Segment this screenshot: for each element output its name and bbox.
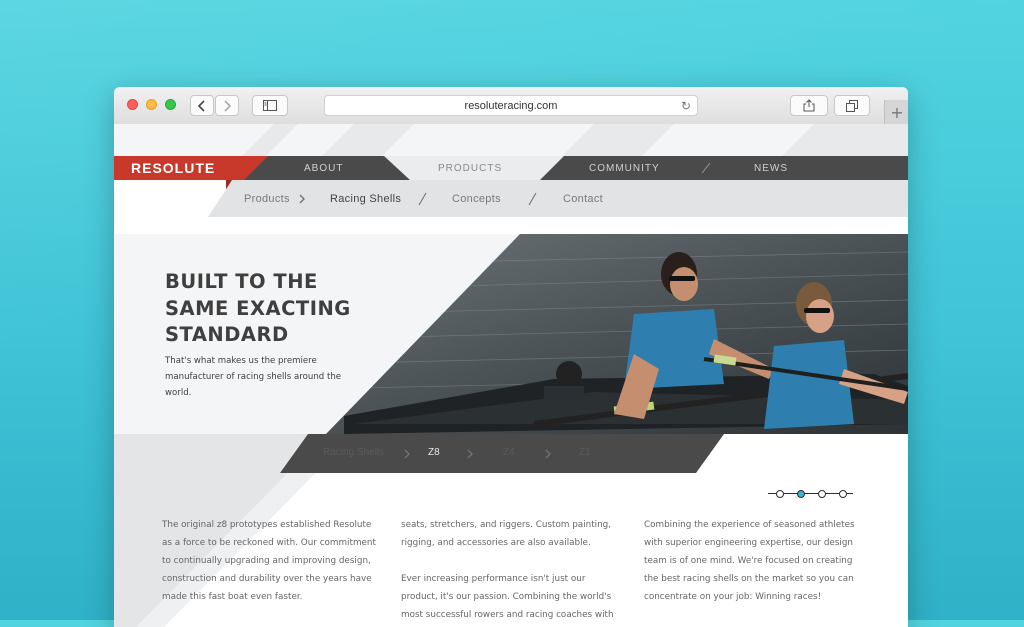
hero-headline-line: SAME EXACTING xyxy=(165,296,351,320)
nav-news[interactable]: NEWS xyxy=(754,163,788,174)
nav-community[interactable]: COMMUNITY xyxy=(589,163,660,174)
address-bar[interactable]: resoluteracing.com ↻ xyxy=(324,95,698,116)
reload-icon[interactable]: ↻ xyxy=(681,99,691,113)
sidebar-toggle-button[interactable] xyxy=(252,95,288,116)
webpage: RESOLUTE ABOUT PRODUCTS COMMUNITY NEWS P… xyxy=(114,124,908,627)
strip-racing-shells[interactable]: Racing Shells xyxy=(323,447,384,458)
strip-z8[interactable]: Z8 xyxy=(428,447,440,458)
tabs-overview-button[interactable] xyxy=(834,95,870,116)
nav-products[interactable]: PRODUCTS xyxy=(438,163,502,174)
subnav-concepts[interactable]: Concepts xyxy=(452,193,501,205)
body-paragraph: seats, stretchers, and riggers. Custom p… xyxy=(401,520,612,548)
body-column-3: Combining the experience of seasoned ath… xyxy=(644,516,864,624)
body-paragraph: Combining the experience of seasoned ath… xyxy=(644,520,855,602)
strip-z4[interactable]: Z4 xyxy=(503,447,515,458)
resolute-logo[interactable]: RESOLUTE xyxy=(131,160,215,176)
url-text: resoluteracing.com xyxy=(464,99,558,112)
hero-lede: That's what makes us the premiere manufa… xyxy=(165,356,342,398)
body-paragraph: Ever increasing performance isn't just o… xyxy=(401,574,614,620)
browser-window: resoluteracing.com ↻ + RESOLUTE ABOUT PR… xyxy=(114,87,908,627)
carousel-dot[interactable] xyxy=(776,490,784,498)
close-window-button[interactable] xyxy=(127,99,138,110)
subnav-racing-shells[interactable]: Racing Shells xyxy=(330,193,401,205)
back-button[interactable] xyxy=(190,95,214,116)
body-paragraph: The original z8 prototypes established R… xyxy=(162,520,376,602)
share-button[interactable] xyxy=(790,95,828,116)
share-icon xyxy=(803,99,815,112)
forward-button[interactable] xyxy=(215,95,239,116)
sidebar-icon xyxy=(263,100,277,111)
strip-z1[interactable]: Z1 xyxy=(579,447,591,458)
hero-headline: BUILT TO THE SAME EXACTING STANDARD xyxy=(165,269,385,349)
subnav-contact[interactable]: Contact xyxy=(563,193,603,205)
browser-toolbar: resoluteracing.com ↻ + xyxy=(114,87,908,125)
zoom-window-button[interactable] xyxy=(165,99,176,110)
chevron-right-icon xyxy=(224,99,231,112)
chevron-left-icon xyxy=(198,99,205,112)
nav-about[interactable]: ABOUT xyxy=(304,163,343,174)
tabs-icon xyxy=(846,99,858,112)
new-tab-button[interactable]: + xyxy=(884,100,908,124)
hero-headline-line: STANDARD xyxy=(165,323,289,346)
subnav-products[interactable]: Products xyxy=(244,193,290,205)
carousel-dot-active[interactable] xyxy=(797,490,805,498)
carousel-dot[interactable] xyxy=(818,490,826,498)
body-column-1: The original z8 prototypes established R… xyxy=(162,516,382,624)
carousel-dot[interactable] xyxy=(839,490,847,498)
minimize-window-button[interactable] xyxy=(146,99,157,110)
hero-headline-line: BUILT TO THE xyxy=(165,270,318,293)
body-column-2: seats, stretchers, and riggers. Custom p… xyxy=(401,516,621,627)
subnav-bar xyxy=(208,180,908,217)
plus-icon: + xyxy=(890,102,904,122)
